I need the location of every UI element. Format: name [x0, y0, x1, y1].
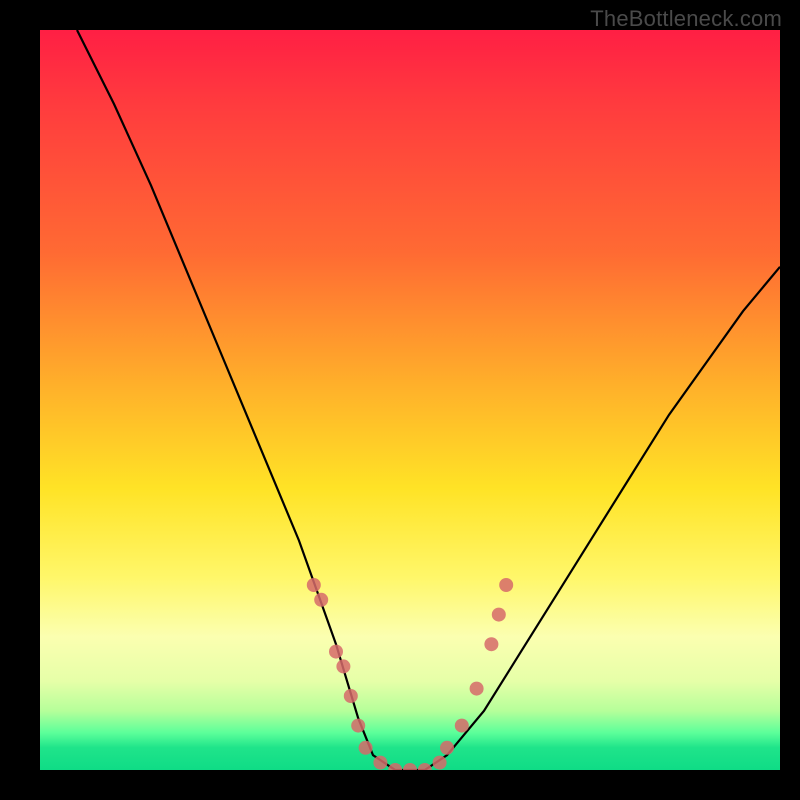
highlight-dot	[403, 763, 417, 770]
highlight-dot	[307, 578, 321, 592]
highlight-dot	[499, 578, 513, 592]
chart-frame: TheBottleneck.com	[0, 0, 800, 800]
highlight-dot	[344, 689, 358, 703]
highlight-dot	[455, 719, 469, 733]
highlight-dot	[373, 756, 387, 770]
highlight-dot	[433, 756, 447, 770]
highlight-dot	[418, 763, 432, 770]
highlight-dot	[351, 719, 365, 733]
highlight-dot	[314, 593, 328, 607]
highlight-dot	[336, 659, 350, 673]
highlight-dot	[492, 608, 506, 622]
highlight-dot	[484, 637, 498, 651]
watermark-text: TheBottleneck.com	[590, 6, 782, 32]
highlight-dot	[388, 763, 402, 770]
curve-line	[77, 30, 780, 770]
highlight-dot	[329, 645, 343, 659]
highlight-dot	[440, 741, 454, 755]
highlight-dot	[359, 741, 373, 755]
plot-area	[40, 30, 780, 770]
bottleneck-curve	[40, 30, 780, 770]
highlight-dots	[307, 578, 513, 770]
highlight-dot	[470, 682, 484, 696]
